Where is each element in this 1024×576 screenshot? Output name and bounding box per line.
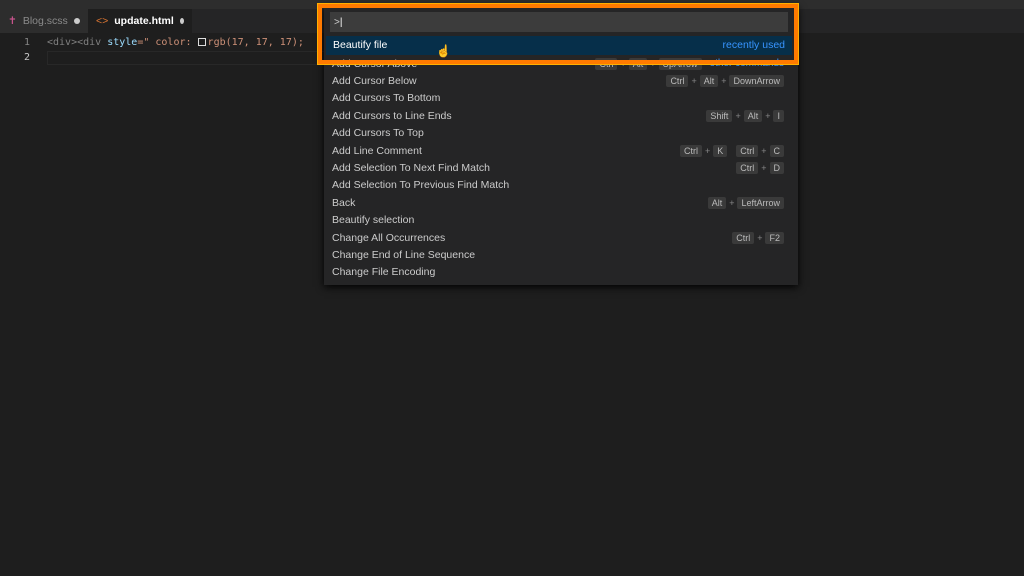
palette-list: Add Cursor Above Ctrl + Alt + UpArrow other co…: [324, 55, 798, 281]
keybinding: Ctrl + F2: [732, 231, 784, 244]
palette-item[interactable]: Change File Encoding: [324, 264, 798, 281]
palette-item[interactable]: Back Alt + LeftArrow: [324, 194, 798, 211]
plus-separator: +: [729, 197, 735, 208]
plus-separator: +: [704, 145, 711, 156]
highlight-box: [317, 3, 799, 65]
palette-item[interactable]: Add Cursors to Line Ends Shift + Alt + I: [324, 107, 798, 124]
palette-item[interactable]: Add Selection To Previous Find Match: [324, 177, 798, 194]
key-cap: Ctrl: [736, 162, 759, 175]
palette-item[interactable]: Add Line Comment Ctrl + K Ctrl + C: [324, 142, 798, 159]
plus-separator: +: [757, 232, 763, 243]
palette-item[interactable]: Add Cursor Below Ctrl + Alt + DownArrow: [324, 72, 798, 89]
key-cap: Shift: [706, 109, 733, 122]
key-cap: I: [773, 109, 784, 122]
key-cap: Ctrl: [679, 144, 702, 157]
palette-item-label: Add Cursor Below: [332, 75, 417, 88]
html-icon: <>: [96, 15, 109, 27]
plus-separator: +: [691, 76, 697, 87]
key-cap: F2: [765, 231, 784, 244]
palette-item[interactable]: Add Cursors To Top: [324, 125, 798, 142]
palette-item[interactable]: Beautify selection: [324, 212, 798, 229]
palette-item[interactable]: Change End of Line Sequence: [324, 246, 798, 263]
palette-item-label: Change All Occurrences: [332, 231, 446, 244]
key-cap: C: [769, 144, 784, 157]
palette-item-label: Beautify selection: [332, 214, 415, 227]
palette-item-label: Add Selection To Next Find Match: [332, 162, 490, 175]
plus-separator: +: [721, 76, 727, 87]
palette-item[interactable]: Add Selection To Next Find Match Ctrl + D: [324, 159, 798, 176]
line-number: 2: [23, 52, 30, 63]
keybinding: Ctrl + K Ctrl + C: [679, 144, 784, 157]
sass-icon: ✝: [8, 15, 17, 27]
keybinding: Ctrl + D: [736, 162, 784, 175]
palette-item-label: Add Selection To Previous Find Match: [332, 179, 510, 192]
key-cap: Ctrl: [736, 144, 759, 157]
keybinding: Shift + Alt + I: [706, 109, 784, 122]
code-line-1[interactable]: <div><div style=" color: rgb(17, 17, 17)…: [47, 37, 304, 48]
mouse-pointer-icon: ☝: [436, 44, 451, 58]
key-cap: Alt: [699, 75, 719, 88]
key-cap: DownArrow: [729, 75, 784, 88]
unsaved-dot-icon[interactable]: [179, 18, 184, 24]
key-cap: Alt: [743, 109, 763, 122]
keybinding: Alt + LeftArrow: [707, 196, 784, 209]
color-swatch-icon[interactable]: [197, 38, 206, 46]
key-cap: Ctrl: [732, 231, 755, 244]
code-line-2[interactable]: [47, 51, 327, 65]
unsaved-dot-icon[interactable]: [74, 18, 80, 24]
key-cap: K: [713, 144, 728, 157]
keybinding: Ctrl + Alt + DownArrow: [666, 75, 784, 88]
palette-item-label: Add Line Comment: [332, 144, 422, 157]
palette-item-label: Add Cursors to Line Ends: [332, 109, 452, 122]
plus-separator: +: [761, 145, 767, 156]
key-cap: Ctrl: [666, 75, 689, 88]
tab-blog-scss[interactable]: ✝ Blog.scss: [0, 9, 88, 33]
plus-separator: +: [765, 110, 771, 121]
plus-separator: +: [735, 110, 741, 121]
palette-item[interactable]: Add Cursors To Bottom: [324, 90, 798, 107]
palette-item-label: Add Cursors To Bottom: [332, 92, 441, 105]
key-cap: D: [769, 162, 784, 175]
palette-item-label: Add Cursors To Top: [332, 127, 424, 140]
palette-item-label: Back: [332, 196, 356, 209]
key-cap: LeftArrow: [737, 196, 784, 209]
tab-update-html[interactable]: <> update.html: [88, 9, 192, 33]
key-cap: Alt: [707, 196, 727, 209]
palette-item-label: Change End of Line Sequence: [332, 248, 476, 261]
palette-item[interactable]: Change All Occurrences Ctrl + F2: [324, 229, 798, 246]
line-number: 1: [23, 37, 30, 48]
plus-separator: +: [761, 163, 767, 174]
palette-item-label: Change File Encoding: [332, 266, 436, 279]
